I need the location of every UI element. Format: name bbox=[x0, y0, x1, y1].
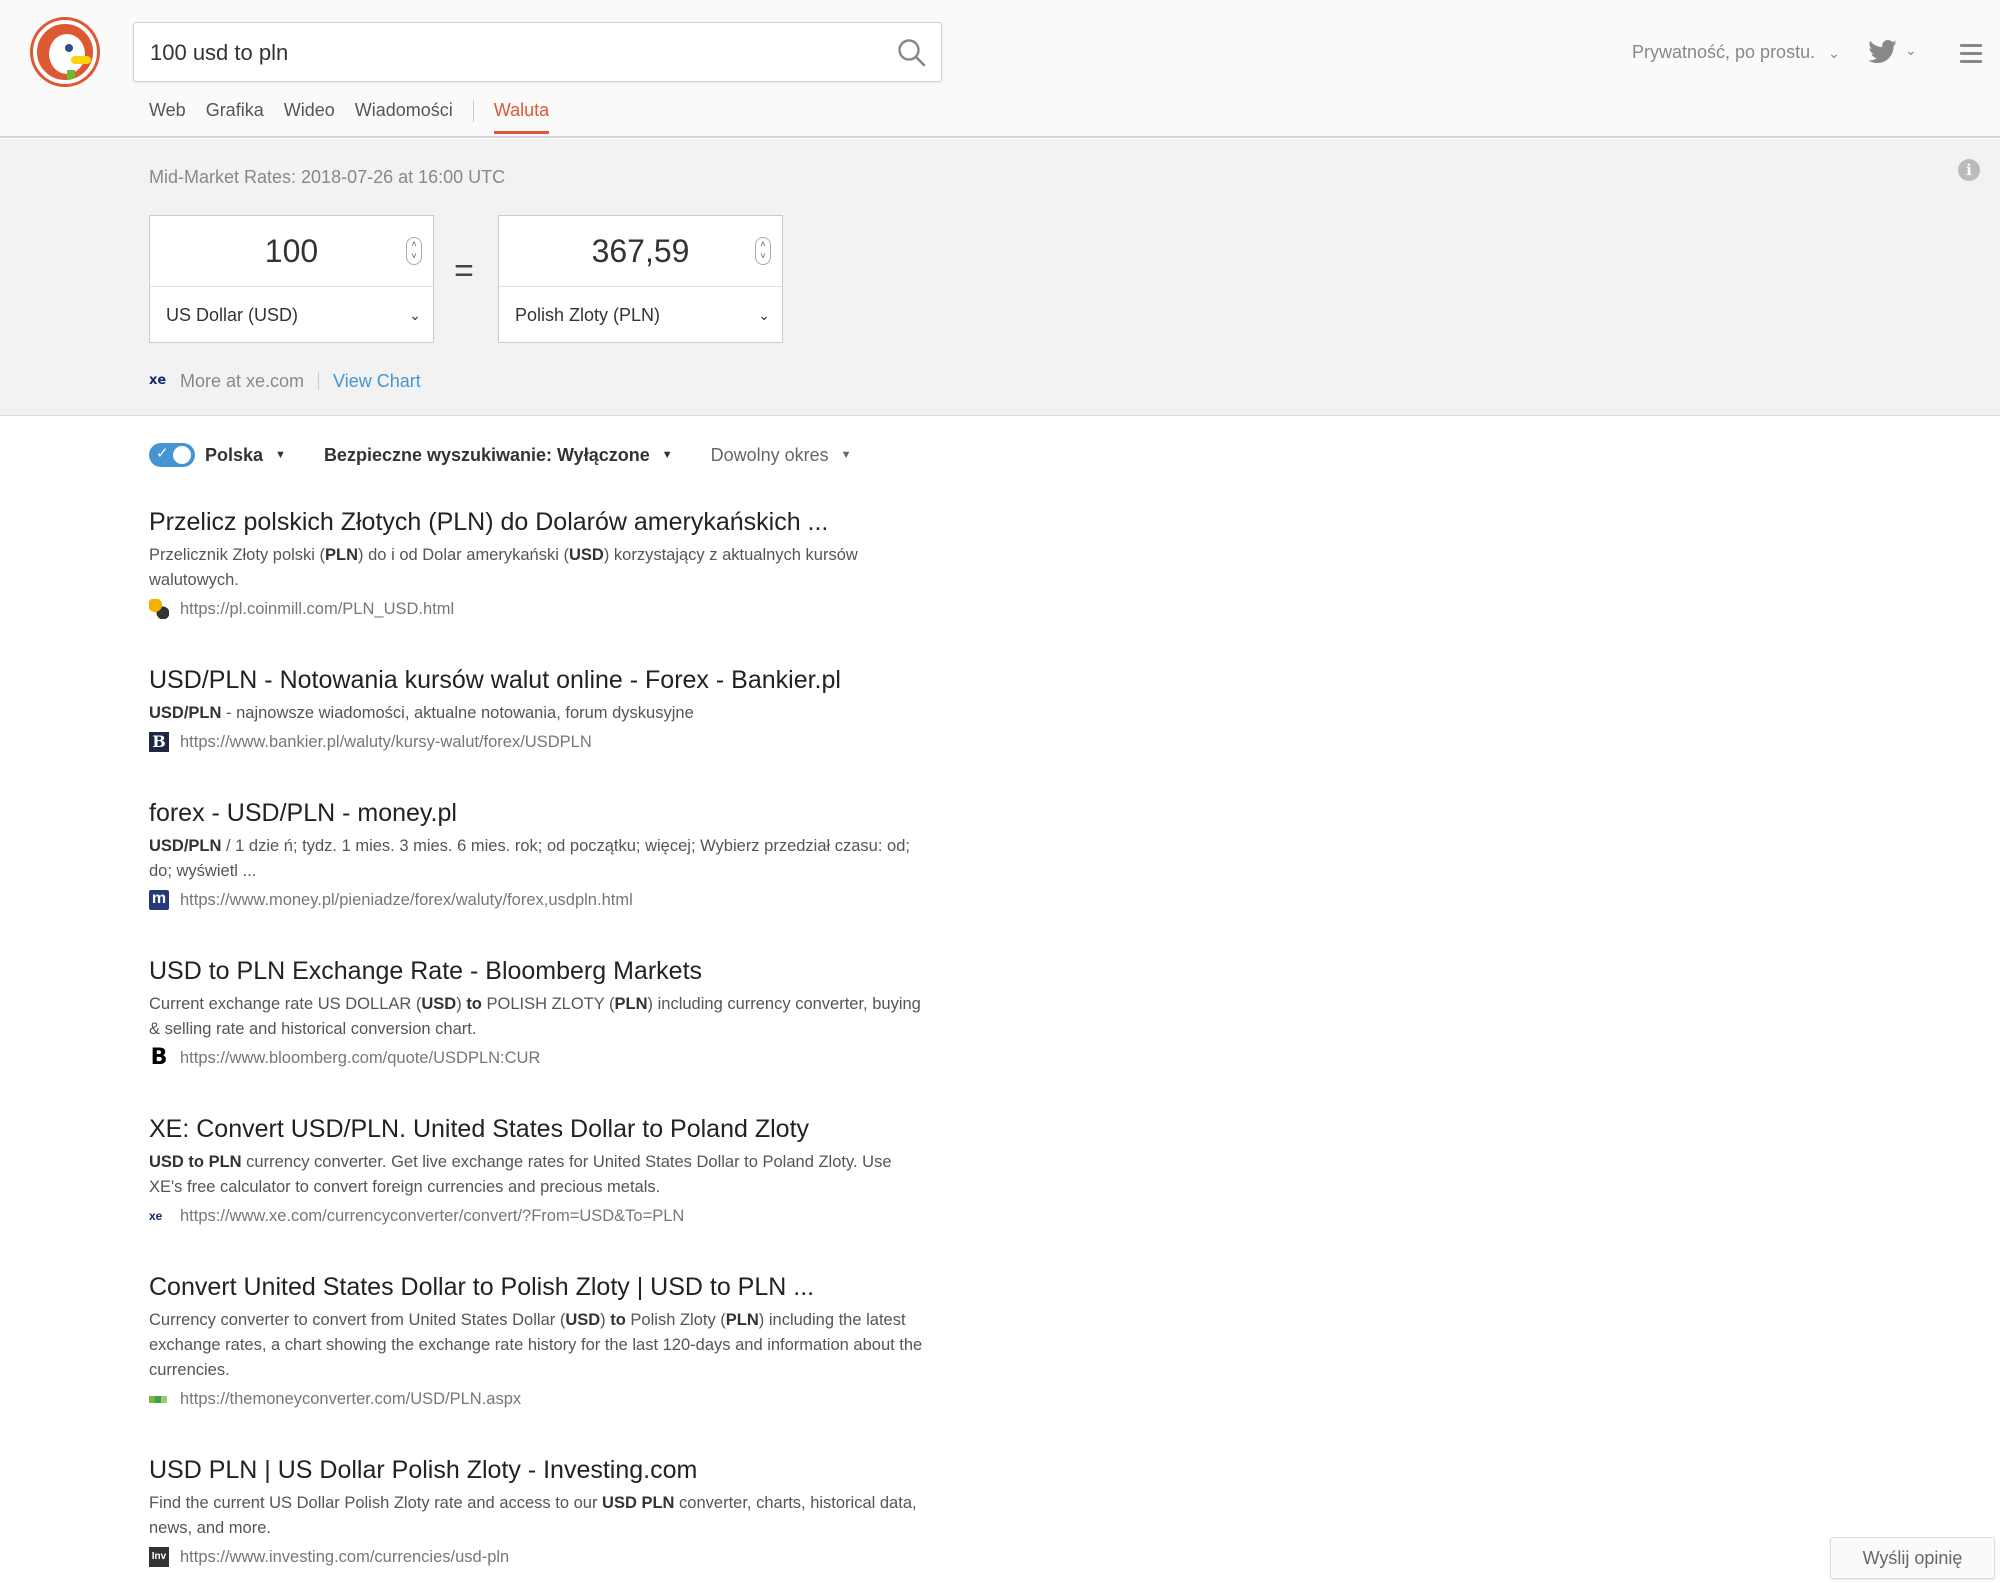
caret-down-icon[interactable]: ▼ bbox=[662, 449, 673, 461]
investing-favicon-icon: Inv bbox=[149, 1547, 169, 1567]
duckduckgo-logo[interactable] bbox=[33, 20, 97, 84]
twitter-icon[interactable] bbox=[1868, 40, 1898, 64]
time-filter[interactable]: Dowolny okres bbox=[711, 445, 829, 466]
result-snippet: Przelicznik Złoty polski (PLN) do i od D… bbox=[149, 546, 858, 589]
result-url[interactable]: xe https://www.xe.com/currencyconverter/… bbox=[149, 1204, 929, 1228]
divider bbox=[318, 372, 320, 390]
result-item: USD/PLN - Notowania kursów walut online … bbox=[149, 663, 929, 754]
result-url-text: https://www.bankier.pl/waluty/kursy-walu… bbox=[180, 732, 592, 751]
from-amount-stepper-icon[interactable]: ˄ ˅ bbox=[406, 237, 422, 265]
result-snippet: USD/PLN / 1 dzie ń; tydz. 1 mies. 3 mies… bbox=[149, 837, 910, 880]
from-currency-select[interactable]: US Dollar (USD) ⌄ bbox=[166, 288, 421, 343]
vertical-tabs: Web Grafika Wideo Wiadomości Waluta bbox=[149, 100, 569, 138]
chevron-down-icon[interactable]: ⌄ bbox=[1905, 42, 1917, 59]
xe-attribution: xe More at xe.com View Chart bbox=[149, 369, 421, 393]
bankier-favicon-icon: B bbox=[149, 732, 169, 752]
tab-videos[interactable]: Wideo bbox=[284, 100, 335, 131]
result-title-link[interactable]: Convert United States Dollar to Polish Z… bbox=[149, 1270, 929, 1304]
to-currency-label: Polish Zloty (PLN) bbox=[515, 305, 661, 325]
toggle-knob bbox=[173, 446, 191, 464]
caret-down-icon[interactable]: ▼ bbox=[275, 449, 286, 461]
result-snippet: Find the current US Dollar Polish Zloty … bbox=[149, 1494, 917, 1537]
result-title-link[interactable]: USD PLN | US Dollar Polish Zloty - Inves… bbox=[149, 1453, 929, 1487]
result-item: XE: Convert USD/PLN. United States Dolla… bbox=[149, 1112, 929, 1228]
tab-images[interactable]: Grafika bbox=[206, 100, 264, 131]
result-url[interactable]: B https://www.bloomberg.com/quote/USDPLN… bbox=[149, 1046, 929, 1070]
search-filters: ✓ Polska ▼ Bezpieczne wyszukiwanie: Wyłą… bbox=[149, 442, 852, 468]
result-item: forex - USD/PLN - money.pl USD/PLN / 1 d… bbox=[149, 796, 929, 912]
result-snippet: USD/PLN - najnowsze wiadomości, aktualne… bbox=[149, 704, 694, 722]
result-item: USD to PLN Exchange Rate - Bloomberg Mar… bbox=[149, 954, 929, 1070]
result-title-link[interactable]: USD/PLN - Notowania kursów walut online … bbox=[149, 663, 929, 697]
result-snippet: USD to PLN currency converter. Get live … bbox=[149, 1153, 892, 1196]
result-item: Przelicz polskich Złotych (PLN) do Dolar… bbox=[149, 505, 929, 621]
result-title-link[interactable]: forex - USD/PLN - money.pl bbox=[149, 796, 929, 830]
check-icon: ✓ bbox=[156, 445, 169, 462]
rates-timestamp: Mid-Market Rates: 2018-07-26 at 16:00 UT… bbox=[149, 167, 506, 187]
duck-eye-shape bbox=[65, 44, 73, 52]
coinmill-favicon-icon bbox=[149, 599, 169, 619]
result-url[interactable]: m https://www.money.pl/pieniadze/forex/w… bbox=[149, 888, 929, 912]
currency-converter-panel: Mid-Market Rates: 2018-07-26 at 16:00 UT… bbox=[0, 139, 2000, 416]
result-url[interactable]: Inv https://www.investing.com/currencies… bbox=[149, 1545, 929, 1569]
search-input[interactable] bbox=[150, 35, 850, 71]
bloomberg-favicon-icon: B bbox=[150, 1045, 168, 1070]
search-box bbox=[133, 22, 942, 82]
to-amount-stepper-icon[interactable]: ˄ ˅ bbox=[755, 237, 771, 265]
result-snippet: Currency converter to convert from Unite… bbox=[149, 1311, 923, 1379]
from-currency-label: US Dollar (USD) bbox=[166, 305, 299, 325]
result-title-link[interactable]: XE: Convert USD/PLN. United States Dolla… bbox=[149, 1112, 929, 1146]
equals-sign: = bbox=[454, 252, 474, 290]
result-url[interactable]: B https://www.bankier.pl/waluty/kursy-wa… bbox=[149, 730, 929, 754]
info-icon[interactable]: i bbox=[1958, 159, 1980, 181]
result-item: Convert United States Dollar to Polish Z… bbox=[149, 1270, 929, 1411]
result-snippet: Current exchange rate US DOLLAR (USD) to… bbox=[149, 995, 921, 1038]
tab-currency[interactable]: Waluta bbox=[493, 100, 550, 134]
more-at-xe-link[interactable]: More at xe.com bbox=[180, 371, 304, 392]
xe-logo-icon: xe bbox=[149, 373, 167, 388]
tab-web[interactable]: Web bbox=[149, 100, 186, 131]
result-title-link[interactable]: Przelicz polskich Złotych (PLN) do Dolar… bbox=[149, 505, 929, 539]
money-pl-favicon-icon: m bbox=[149, 890, 169, 910]
tab-news[interactable]: Wiadomości bbox=[355, 100, 453, 131]
result-url-text: https://www.investing.com/currencies/usd… bbox=[180, 1547, 510, 1566]
from-amount-input[interactable]: 100 bbox=[150, 216, 433, 287]
result-url-text: https://www.xe.com/currencyconverter/con… bbox=[180, 1206, 685, 1225]
duck-head-shape bbox=[49, 34, 85, 74]
duck-beak-shape bbox=[71, 56, 91, 64]
duck-tie-shape bbox=[67, 70, 75, 80]
result-url-text: https://www.money.pl/pieniadze/forex/wal… bbox=[180, 890, 633, 909]
xe-favicon-icon: xe bbox=[149, 1209, 163, 1223]
view-chart-link[interactable]: View Chart bbox=[333, 371, 421, 392]
search-icon[interactable] bbox=[896, 37, 928, 69]
to-currency-select[interactable]: Polish Zloty (PLN) ⌄ bbox=[515, 288, 770, 343]
to-currency-box: 367,59 ˄ ˅ Polish Zloty (PLN) ⌄ bbox=[498, 215, 783, 343]
result-url[interactable]: https://pl.coinmill.com/PLN_USD.html bbox=[149, 597, 929, 621]
privacy-dropdown[interactable]: Prywatność, po prostu. ⌄ bbox=[1632, 42, 1840, 63]
send-feedback-button[interactable]: Wyślij opinię bbox=[1830, 1537, 1995, 1579]
region-toggle[interactable]: ✓ bbox=[149, 443, 195, 467]
result-url-text: https://themoneyconverter.com/USD/PLN.as… bbox=[180, 1389, 522, 1408]
hamburger-menu-icon[interactable] bbox=[1960, 44, 1982, 64]
chevron-down-icon: ⌄ bbox=[758, 307, 770, 323]
region-filter[interactable]: Polska bbox=[205, 445, 263, 466]
chevron-down-icon: ⌄ bbox=[1828, 45, 1840, 61]
to-amount-input[interactable]: 367,59 bbox=[499, 216, 782, 287]
themoneyconverter-favicon-icon bbox=[149, 1389, 169, 1409]
result-item: USD PLN | US Dollar Polish Zloty - Inves… bbox=[149, 1453, 929, 1569]
result-url-text: https://www.bloomberg.com/quote/USDPLN:C… bbox=[180, 1048, 541, 1067]
chevron-down-icon: ⌄ bbox=[409, 307, 421, 323]
nav-divider bbox=[472, 100, 474, 122]
from-currency-box: 100 ˄ ˅ US Dollar (USD) ⌄ bbox=[149, 215, 434, 343]
privacy-label: Prywatność, po prostu. bbox=[1632, 42, 1816, 62]
result-title-link[interactable]: USD to PLN Exchange Rate - Bloomberg Mar… bbox=[149, 954, 929, 988]
header-bar: Prywatność, po prostu. ⌄ ⌄ Web Grafika W… bbox=[0, 0, 2000, 138]
result-url[interactable]: https://themoneyconverter.com/USD/PLN.as… bbox=[149, 1387, 929, 1411]
safe-search-filter[interactable]: Bezpieczne wyszukiwanie: Wyłączone bbox=[324, 445, 650, 466]
caret-down-icon[interactable]: ▼ bbox=[841, 449, 852, 461]
result-url-text: https://pl.coinmill.com/PLN_USD.html bbox=[180, 599, 455, 618]
